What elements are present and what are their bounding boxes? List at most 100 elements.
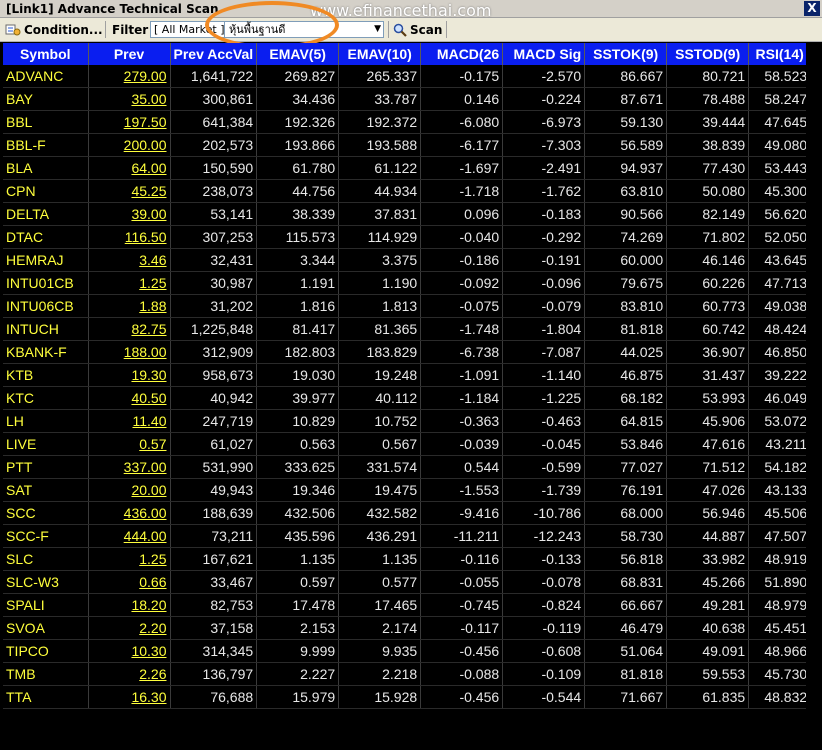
cell-prev[interactable]: 1.25 <box>88 271 171 295</box>
column-header-prev-accval[interactable]: Prev AccVal <box>170 43 258 65</box>
cell-emav5: 81.417 <box>256 317 340 341</box>
table-row[interactable]: BAY 35.00 300,861 34.436 33.787 0.146 -0.224 87… <box>3 87 812 111</box>
close-button[interactable]: X <box>804 1 820 16</box>
table-row[interactable]: TMB 2.26 136,797 2.227 2.218 -0.088 -0.109 81.8… <box>3 662 812 686</box>
cell-emav5: 61.780 <box>256 156 340 180</box>
cell-macd-sig: -0.191 <box>502 248 586 272</box>
cell-prev[interactable]: 436.00 <box>88 501 171 525</box>
table-row[interactable]: DELTA 39.00 53,141 38.339 37.831 0.096 -0.183 9… <box>3 202 812 226</box>
cell-prev[interactable]: 3.46 <box>88 248 171 272</box>
column-header-sstod9[interactable]: SSTOD(9) <box>666 43 750 65</box>
cell-prev[interactable]: 116.50 <box>88 225 171 249</box>
table-row[interactable]: BBL 197.50 641,384 192.326 192.372 -6.080 -6.9… <box>3 110 812 134</box>
table-row[interactable]: ADVANC 279.00 1,641,722 269.827 265.337 -0.17… <box>3 65 812 88</box>
table-row[interactable]: SVOA 2.20 37,158 2.153 2.174 -0.117 -0.119 46.4… <box>3 616 812 640</box>
cell-sstok9: 64.815 <box>584 409 668 433</box>
table-row[interactable]: INTU01CB 1.25 30,987 1.191 1.190 -0.092 -0.096… <box>3 271 812 295</box>
cell-prev[interactable]: 1.88 <box>88 294 171 318</box>
cell-prev[interactable]: 188.00 <box>88 340 171 364</box>
cell-emav5: 10.829 <box>256 409 340 433</box>
table-row[interactable]: KBANK-F 188.00 312,909 182.803 183.829 -6.738… <box>3 340 812 364</box>
cell-prev[interactable]: 2.26 <box>88 662 171 686</box>
cell-symbol: SAT <box>3 478 89 502</box>
stock-group-select[interactable]: หุ้นพื้นฐานดี ▼ <box>224 21 384 38</box>
cell-prev[interactable]: 39.00 <box>88 202 171 226</box>
column-header-emav5[interactable]: EMAV(5) <box>256 43 340 65</box>
cell-prev[interactable]: 40.50 <box>88 386 171 410</box>
cell-macd26: -0.456 <box>420 639 504 663</box>
table-row[interactable]: SCC-F 444.00 73,211 435.596 436.291 -11.211 -1… <box>3 524 812 548</box>
table-row[interactable]: BBL-F 200.00 202,573 193.866 193.588 -6.177 -7… <box>3 133 812 157</box>
cell-emav5: 2.153 <box>256 616 340 640</box>
cell-prev[interactable]: 337.00 <box>88 455 171 479</box>
cell-sstod9: 45.906 <box>666 409 750 433</box>
toolbar-separator <box>105 21 106 38</box>
cell-prev[interactable]: 0.57 <box>88 432 171 456</box>
cell-emav10: 1.813 <box>338 294 422 318</box>
cell-sstod9: 45.266 <box>666 570 750 594</box>
table-row[interactable]: INTUCH 82.75 1,225,848 81.417 81.365 -1.748 -1… <box>3 317 812 341</box>
cell-prev[interactable]: 0.66 <box>88 570 171 594</box>
cell-rsi14: 43.211 <box>748 432 812 456</box>
cell-macd-sig: -0.096 <box>502 271 586 295</box>
table-row[interactable]: HEMRAJ 3.46 32,431 3.344 3.375 -0.186 -0.191 60… <box>3 248 812 272</box>
cell-macd26: -9.416 <box>420 501 504 525</box>
cell-prev[interactable]: 18.20 <box>88 593 171 617</box>
table-row[interactable]: DTAC 116.50 307,253 115.573 114.929 -0.040 -0.… <box>3 225 812 249</box>
cell-prev[interactable]: 279.00 <box>88 65 171 88</box>
table-row[interactable]: SLC 1.25 167,621 1.135 1.135 -0.116 -0.133 56.8… <box>3 547 812 571</box>
condition-button[interactable]: Condition... <box>5 20 103 39</box>
column-header-macd-sig[interactable]: MACD Sig <box>502 43 586 65</box>
column-header-macd26[interactable]: MACD(26 <box>420 43 504 65</box>
cell-emav10: 61.122 <box>338 156 422 180</box>
cell-macd26: -11.211 <box>420 524 504 548</box>
cell-emav5: 0.597 <box>256 570 340 594</box>
table-row[interactable]: LIVE 0.57 61,027 0.563 0.567 -0.039 -0.045 53.8… <box>3 432 812 456</box>
table-row[interactable]: SLC-W3 0.66 33,467 0.597 0.577 -0.055 -0.078 68… <box>3 570 812 594</box>
cell-prev-accval: 76,688 <box>170 685 258 709</box>
column-header-sstok9[interactable]: SSTOK(9) <box>584 43 668 65</box>
market-filter-field[interactable]: [ All Market ] <box>150 21 226 38</box>
table-row[interactable]: SPALI 18.20 82,753 17.478 17.465 -0.745 -0.824… <box>3 593 812 617</box>
column-header-rsi14[interactable]: RSI(14) <box>748 43 812 65</box>
cell-sstod9: 56.946 <box>666 501 750 525</box>
cell-emav5: 193.866 <box>256 133 340 157</box>
cell-prev[interactable]: 200.00 <box>88 133 171 157</box>
cell-prev[interactable]: 82.75 <box>88 317 171 341</box>
table-row[interactable]: KTC 40.50 40,942 39.977 40.112 -1.184 -1.225 68… <box>3 386 812 410</box>
cell-prev[interactable]: 64.00 <box>88 156 171 180</box>
table-row[interactable]: BLA 64.00 150,590 61.780 61.122 -1.697 -2.491 9… <box>3 156 812 180</box>
cell-sstok9: 90.566 <box>584 202 668 226</box>
column-header-emav10[interactable]: EMAV(10) <box>338 43 422 65</box>
table-row[interactable]: SAT 20.00 49,943 19.346 19.475 -1.553 -1.739 76… <box>3 478 812 502</box>
table-row[interactable]: TTA 16.30 76,688 15.979 15.928 -0.456 -0.544 71… <box>3 685 812 709</box>
cell-prev[interactable]: 19.30 <box>88 363 171 387</box>
cell-prev[interactable]: 20.00 <box>88 478 171 502</box>
table-row[interactable]: LH 11.40 247,719 10.829 10.752 -0.363 -0.463 64… <box>3 409 812 433</box>
cell-macd26: -0.116 <box>420 547 504 571</box>
cell-sstod9: 60.742 <box>666 317 750 341</box>
cell-prev[interactable]: 45.25 <box>88 179 171 203</box>
cell-prev[interactable]: 2.20 <box>88 616 171 640</box>
dropdown-arrow-icon[interactable]: ▼ <box>374 22 381 37</box>
cell-prev[interactable]: 197.50 <box>88 110 171 134</box>
cell-prev[interactable]: 1.25 <box>88 547 171 571</box>
table-row[interactable]: TIPCO 10.30 314,345 9.999 9.935 -0.456 -0.608 5… <box>3 639 812 663</box>
column-header-symbol[interactable]: Symbol <box>3 43 89 65</box>
cell-sstod9: 59.553 <box>666 662 750 686</box>
cell-prev[interactable]: 35.00 <box>88 87 171 111</box>
cell-sstod9: 61.835 <box>666 685 750 709</box>
table-row[interactable]: INTU06CB 1.88 31,202 1.816 1.813 -0.075 -0.079… <box>3 294 812 318</box>
cell-prev[interactable]: 444.00 <box>88 524 171 548</box>
column-header-prev[interactable]: Prev <box>88 43 171 65</box>
table-row[interactable]: CPN 45.25 238,073 44.756 44.934 -1.718 -1.762 6… <box>3 179 812 203</box>
table-row[interactable]: SCC 436.00 188,639 432.506 432.582 -9.416 -10.… <box>3 501 812 525</box>
cell-prev[interactable]: 11.40 <box>88 409 171 433</box>
cell-symbol: SLC <box>3 547 89 571</box>
cell-prev[interactable]: 10.30 <box>88 639 171 663</box>
scan-button[interactable]: Scan <box>393 20 442 39</box>
table-row[interactable]: PTT 337.00 531,990 333.625 331.574 0.544 -0.59… <box>3 455 812 479</box>
table-row[interactable]: KTB 19.30 958,673 19.030 19.248 -1.091 -1.140 4… <box>3 363 812 387</box>
cell-prev[interactable]: 16.30 <box>88 685 171 709</box>
cell-symbol: SCC-F <box>3 524 89 548</box>
